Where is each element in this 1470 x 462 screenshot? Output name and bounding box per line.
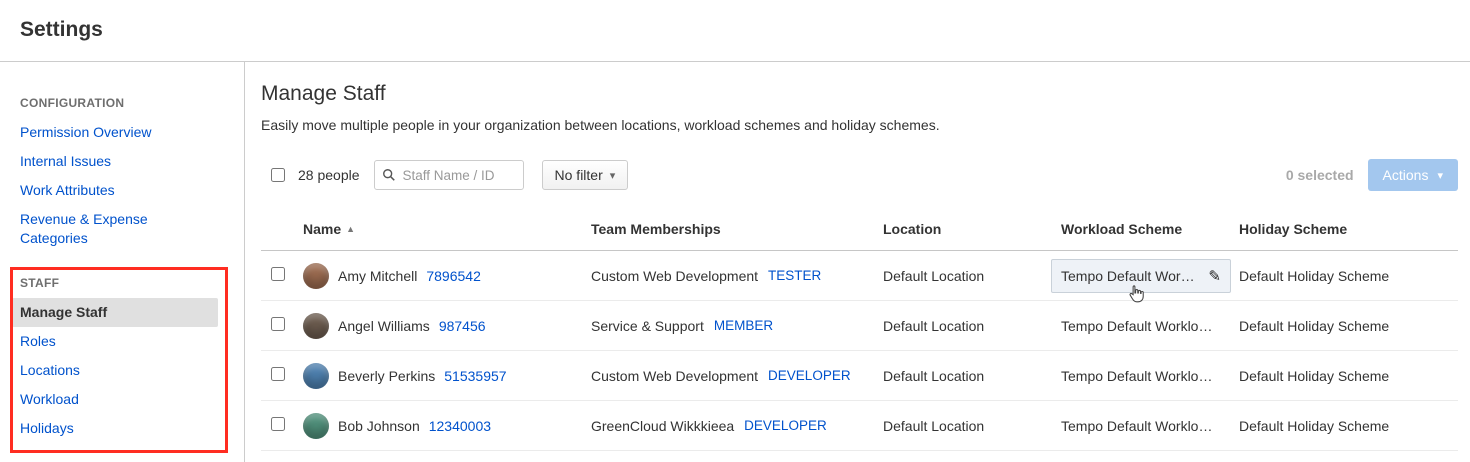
column-header-holiday-scheme: Holiday Scheme	[1239, 221, 1458, 237]
staff-id-link[interactable]: 7896542	[426, 268, 481, 284]
manage-staff-subtitle: Easily move multiple people in your orga…	[261, 116, 1458, 135]
staff-name: Angel Williams	[338, 318, 430, 334]
caret-down-icon: ▾	[610, 169, 616, 182]
column-header-name-label: Name	[303, 221, 341, 237]
people-count-label: 28 people	[298, 167, 360, 183]
row-checkbox[interactable]	[271, 317, 285, 331]
sidebar-section-configuration: CONFIGURATION Permission Overview Intern…	[0, 96, 244, 252]
sidebar-item-permission-overview[interactable]: Permission Overview	[12, 118, 218, 147]
staff-table-header: Name ▲ Team Memberships Location Workload…	[261, 207, 1458, 251]
location-value: Default Location	[883, 368, 1061, 384]
column-header-team-memberships: Team Memberships	[591, 221, 883, 237]
select-all-checkbox[interactable]	[271, 168, 285, 182]
page-header: Settings	[0, 0, 1470, 62]
sidebar-section-staff: STAFF Manage Staff Roles Locations Workl…	[0, 276, 244, 442]
caret-down-icon: ▾	[1437, 169, 1443, 182]
holiday-scheme-value: Default Holiday Scheme	[1239, 368, 1458, 384]
search-input[interactable]	[374, 160, 524, 190]
team-role-link[interactable]: MEMBER	[714, 318, 773, 333]
location-value: Default Location	[883, 318, 1061, 334]
team-role-link[interactable]: DEVELOPER	[768, 368, 851, 383]
sidebar-section-header-configuration: CONFIGURATION	[0, 96, 244, 110]
staff-name: Beverly Perkins	[338, 368, 435, 384]
staff-id-link[interactable]: 12340003	[429, 418, 491, 434]
location-value: Default Location	[883, 268, 1061, 284]
filter-label: No filter	[555, 167, 603, 183]
column-header-workload-scheme: Workload Scheme	[1061, 221, 1239, 237]
column-header-name[interactable]: Name ▲	[303, 221, 591, 237]
table-row: Angel Williams 987456 Service & Support …	[261, 301, 1458, 351]
team-name: Service & Support	[591, 318, 704, 334]
holiday-scheme-value: Default Holiday Scheme	[1239, 318, 1458, 334]
workload-scheme-value: Tempo Default Wor…	[1061, 268, 1195, 284]
staff-toolbar: 28 people No filter ▾ 0 selected Actions…	[261, 159, 1458, 191]
search-icon	[382, 168, 396, 182]
sidebar-item-roles[interactable]: Roles	[12, 327, 218, 356]
workload-scheme-value[interactable]: Tempo Default Worklo…	[1061, 368, 1239, 384]
avatar	[303, 263, 329, 289]
avatar	[303, 363, 329, 389]
sidebar-section-header-staff: STAFF	[0, 276, 244, 290]
staff-search	[374, 160, 524, 190]
sort-asc-icon: ▲	[346, 224, 355, 234]
workload-scheme-value[interactable]: Tempo Default Worklo…	[1061, 418, 1239, 434]
actions-button[interactable]: Actions ▾	[1368, 159, 1458, 191]
staff-id-link[interactable]: 51535957	[444, 368, 506, 384]
settings-sidebar: CONFIGURATION Permission Overview Intern…	[0, 62, 245, 462]
sidebar-item-revenue-expense-categories[interactable]: Revenue & Expense Categories	[12, 205, 218, 253]
column-header-location: Location	[883, 221, 1061, 237]
row-checkbox[interactable]	[271, 267, 285, 281]
team-role-link[interactable]: DEVELOPER	[744, 418, 827, 433]
row-checkbox[interactable]	[271, 417, 285, 431]
team-name: GreenCloud Wikkkieea	[591, 418, 734, 434]
team-role-link[interactable]: TESTER	[768, 268, 821, 283]
staff-name: Bob Johnson	[338, 418, 420, 434]
team-name: Custom Web Development	[591, 368, 758, 384]
page-title: Settings	[20, 18, 1450, 42]
table-row: Beverly Perkins 51535957 Custom Web Deve…	[261, 351, 1458, 401]
workload-scheme-editor[interactable]: Tempo Default Wor… ✎	[1051, 259, 1231, 293]
sidebar-item-manage-staff[interactable]: Manage Staff	[12, 298, 218, 327]
filter-dropdown-button[interactable]: No filter ▾	[542, 160, 629, 190]
sidebar-item-internal-issues[interactable]: Internal Issues	[12, 147, 218, 176]
staff-id-link[interactable]: 987456	[439, 318, 486, 334]
manage-staff-panel: Manage Staff Easily move multiple people…	[245, 62, 1470, 462]
actions-label: Actions	[1383, 167, 1429, 183]
avatar	[303, 413, 329, 439]
workload-scheme-value[interactable]: Tempo Default Worklo…	[1061, 318, 1239, 334]
sidebar-item-locations[interactable]: Locations	[12, 356, 218, 385]
sidebar-item-workload[interactable]: Workload	[12, 385, 218, 414]
manage-staff-title: Manage Staff	[261, 82, 1458, 106]
table-row: Amy Mitchell 7896542 Custom Web Developm…	[261, 251, 1458, 301]
staff-name: Amy Mitchell	[338, 268, 417, 284]
table-row: Bob Johnson 12340003 GreenCloud Wikkkiee…	[261, 401, 1458, 451]
row-checkbox[interactable]	[271, 367, 285, 381]
location-value: Default Location	[883, 418, 1061, 434]
sidebar-item-work-attributes[interactable]: Work Attributes	[12, 176, 218, 205]
avatar	[303, 313, 329, 339]
sidebar-item-holidays[interactable]: Holidays	[12, 414, 218, 443]
selected-count-label: 0 selected	[1286, 167, 1354, 183]
holiday-scheme-value: Default Holiday Scheme	[1239, 418, 1458, 434]
pencil-icon: ✎	[1208, 267, 1221, 285]
team-name: Custom Web Development	[591, 268, 758, 284]
holiday-scheme-value: Default Holiday Scheme	[1239, 268, 1458, 284]
staff-table: Name ▲ Team Memberships Location Workload…	[261, 207, 1458, 451]
